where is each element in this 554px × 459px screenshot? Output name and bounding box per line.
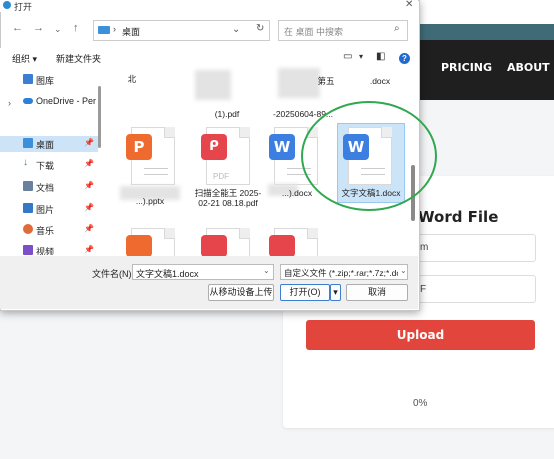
blurred-thumbnail bbox=[195, 70, 231, 100]
sidebar-item-label: 桌面 bbox=[36, 140, 55, 150]
nav-about-link[interactable]: ABOUT bbox=[507, 61, 550, 74]
file-name: 第五 bbox=[317, 76, 335, 86]
sidebar-item-desktop[interactable]: 桌面 📌 bbox=[0, 136, 98, 152]
sidebar-item-music[interactable]: 音乐 📌 bbox=[0, 222, 98, 238]
preview-pane-icon[interactable]: ◧ bbox=[376, 51, 385, 62]
sidebar-item-label: 下载 bbox=[36, 161, 55, 171]
sidebar-item-label: 图片 bbox=[36, 205, 55, 215]
sidebar-item-downloads[interactable]: ↓ 下载 📌 bbox=[0, 157, 98, 173]
sidebar-item-onedrive[interactable]: OneDrive - Per bbox=[0, 94, 98, 110]
new-folder-button[interactable]: 新建文件夹 bbox=[56, 52, 101, 65]
documents-icon bbox=[23, 181, 33, 191]
pptx-badge: P bbox=[126, 134, 152, 160]
sidebar-item-gallery[interactable]: 图库 bbox=[0, 72, 98, 88]
word-badge: W bbox=[269, 134, 295, 160]
card-field-2-text: F bbox=[420, 284, 427, 295]
sidebar-item-label: OneDrive - Per bbox=[36, 96, 97, 106]
folder-icon bbox=[98, 26, 110, 34]
pdf-text: PDF bbox=[213, 172, 229, 181]
view-icon[interactable]: ▭ bbox=[343, 51, 352, 62]
file-name[interactable]: 扫描全能王 2025-02-21 08.18.pdf bbox=[191, 188, 265, 208]
pin-icon: 📌 bbox=[84, 181, 94, 190]
open-dropdown-icon[interactable]: ▾ bbox=[330, 284, 341, 301]
refresh-icon[interactable]: ↻ bbox=[256, 23, 264, 34]
download-icon: ↓ bbox=[23, 157, 28, 168]
nav-pricing-link[interactable]: PRICING bbox=[441, 61, 492, 74]
address-bar[interactable] bbox=[93, 20, 270, 41]
filetype-value[interactable]: 自定义文件 (*.zip;*.rar;*.7z;*.dc bbox=[284, 267, 398, 279]
pptx-file-icon[interactable] bbox=[126, 228, 175, 257]
file-name: 北 bbox=[127, 74, 137, 84]
filename-dropdown-icon[interactable]: ⌄ bbox=[263, 266, 270, 275]
dialog-titlebar bbox=[0, 0, 418, 12]
filetype-dropdown-icon[interactable]: ⌄ bbox=[400, 266, 407, 275]
sidebar-item-videos[interactable]: 视频 📌 bbox=[0, 243, 98, 255]
file-name: .docx bbox=[369, 76, 391, 86]
pin-icon: 📌 bbox=[84, 245, 94, 254]
pdf-file-icon[interactable]: ᑭ PDF bbox=[201, 127, 250, 185]
breadcrumb-chevron-icon[interactable]: › bbox=[113, 24, 116, 34]
progress-text: 0% bbox=[413, 398, 428, 409]
pin-icon: 📌 bbox=[84, 159, 94, 168]
card-field-1-text: m bbox=[420, 242, 429, 253]
up-icon[interactable]: ↑ bbox=[73, 22, 79, 34]
pptx-file-icon[interactable]: P bbox=[126, 127, 175, 185]
pdf-file-icon[interactable] bbox=[269, 228, 318, 257]
file-name: (1).pdf bbox=[214, 109, 240, 119]
help-icon[interactable]: ? bbox=[399, 53, 410, 64]
pdf-file-icon[interactable] bbox=[201, 228, 250, 257]
open-button[interactable]: 打开(O) bbox=[280, 284, 330, 301]
sidebar-scrollbar[interactable] bbox=[98, 86, 101, 148]
site-topbar-strip bbox=[420, 24, 554, 40]
file-name[interactable]: ...).pptx bbox=[113, 196, 187, 206]
organize-button[interactable]: 组织 ▾ bbox=[12, 52, 37, 65]
cloud-icon bbox=[23, 98, 33, 104]
pin-icon: 📌 bbox=[84, 203, 94, 212]
sidebar-item-label: 图库 bbox=[36, 76, 55, 86]
sidebar-item-pictures[interactable]: 图片 📌 bbox=[0, 201, 98, 217]
back-icon[interactable]: ← bbox=[12, 22, 23, 34]
upload-from-mobile-button[interactable]: 从移动设备上传 bbox=[208, 284, 274, 301]
filename-value[interactable]: 文字文稿1.docx bbox=[136, 267, 199, 280]
upload-button[interactable]: Upload bbox=[306, 320, 535, 350]
pin-icon: 📌 bbox=[84, 138, 94, 147]
view-dropdown-icon[interactable]: ▾ bbox=[359, 52, 363, 61]
filename-label: 文件名(N): bbox=[92, 269, 134, 279]
music-icon bbox=[23, 224, 33, 234]
pdf-badge: ᑭ bbox=[201, 134, 227, 160]
video-icon bbox=[23, 245, 33, 255]
highlight-circle bbox=[301, 101, 437, 211]
search-placeholder: 在 桌面 中搜索 bbox=[284, 27, 344, 37]
cancel-button[interactable]: 取消 bbox=[346, 284, 408, 301]
card-title: Word File bbox=[418, 208, 499, 226]
sidebar-item-documents[interactable]: 文档 📌 bbox=[0, 179, 98, 195]
desktop-icon bbox=[23, 138, 33, 148]
pictures-icon bbox=[23, 203, 33, 213]
sidebar-item-label: 文档 bbox=[36, 183, 55, 193]
breadcrumb-location[interactable]: 桌面 bbox=[122, 25, 140, 38]
pin-icon: 📌 bbox=[84, 224, 94, 233]
dialog-title: 打开 bbox=[14, 2, 33, 12]
close-icon[interactable]: ✕ bbox=[405, 0, 413, 10]
recent-chevron-icon[interactable]: ⌄ bbox=[54, 24, 62, 35]
gallery-icon bbox=[23, 74, 33, 84]
forward-icon[interactable]: → bbox=[33, 22, 44, 34]
sidebar-item-label: 视频 bbox=[36, 247, 55, 255]
search-icon[interactable]: ⌕ bbox=[394, 23, 400, 34]
sidebar-item-label: 音乐 bbox=[36, 226, 55, 236]
address-dropdown-icon[interactable]: ⌄ bbox=[232, 24, 240, 35]
app-icon bbox=[3, 1, 11, 9]
